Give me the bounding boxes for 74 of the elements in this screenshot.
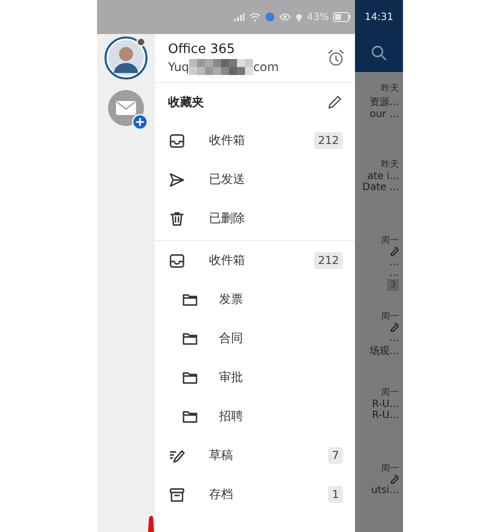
folder-label: 发票 <box>219 291 244 308</box>
folder-item[interactable]: 草稿 7 <box>155 436 355 475</box>
paperclip-icon <box>389 475 399 485</box>
plus-icon <box>132 114 148 130</box>
paperclip-icon <box>389 247 399 257</box>
email-end: com <box>253 60 279 74</box>
eye-icon <box>278 12 291 22</box>
unread-count: 7 <box>328 447 343 464</box>
folder-item[interactable]: 已删除 <box>155 199 355 238</box>
folder-item[interactable]: 审批 <box>155 358 355 397</box>
battery-percent: 43% <box>306 12 329 22</box>
message-date: 周一 <box>381 463 399 475</box>
folder-icon <box>182 408 198 424</box>
signal-icon <box>232 12 245 22</box>
alarm-clock-icon[interactable] <box>327 49 345 67</box>
message-preview: ... <box>389 268 399 279</box>
folder-label: 审批 <box>219 369 244 386</box>
pixelated-redaction <box>189 58 254 74</box>
mail-icon <box>116 101 136 115</box>
paperclip-icon <box>389 323 399 333</box>
message-preview: ... <box>389 257 399 268</box>
message-preview: ... <box>389 333 399 344</box>
pencil-lines-icon <box>169 448 185 464</box>
send-icon <box>169 172 185 188</box>
search-icon[interactable] <box>371 45 387 61</box>
location-icon <box>294 12 303 22</box>
folder-icon <box>182 292 198 308</box>
folder-icon <box>182 330 198 346</box>
folder-item[interactable]: 已发送 <box>155 160 355 199</box>
wifi-icon <box>248 12 261 22</box>
folder-label: 已删除 <box>209 210 246 227</box>
trash-icon <box>169 210 185 226</box>
folder-icon <box>182 370 198 386</box>
folder-label: 收件箱 <box>209 132 246 149</box>
folder-item[interactable]: 招聘 <box>155 397 355 436</box>
message-preview: 资源... <box>369 96 399 109</box>
message-preview: R-U... <box>372 399 399 410</box>
annotation-mark <box>147 514 155 532</box>
inbox-icon <box>169 132 185 148</box>
message-preview: 场观... <box>369 345 399 358</box>
clock-time: 14:31 <box>364 12 394 22</box>
message-date: 周一 <box>381 235 399 247</box>
folder-label: 招聘 <box>219 408 244 425</box>
message-date: 昨天 <box>381 158 399 171</box>
battery-icon <box>333 12 351 22</box>
account-avatar[interactable] <box>104 36 148 80</box>
account-name: Office 365 <box>168 42 236 56</box>
message-preview: R-U... <box>372 410 399 421</box>
unread-count: 1 <box>328 486 343 503</box>
folder-label: 已发送 <box>209 171 246 188</box>
app-notification-icon <box>264 12 275 22</box>
message-preview: our ... <box>370 109 399 120</box>
folder-item[interactable]: 收件箱 212 <box>155 241 355 280</box>
folder-item[interactable]: 合同 <box>155 319 355 358</box>
folder-item[interactable]: 存档 1 <box>155 475 355 514</box>
section-title: 收藏夹 <box>168 94 204 110</box>
message-preview: Date ... <box>362 182 399 193</box>
message-preview: utsi... <box>371 485 399 496</box>
inbox-icon <box>169 252 185 268</box>
folder-label: 存档 <box>209 486 234 503</box>
folder-label: 草稿 <box>209 447 234 464</box>
email-start: Yuq <box>168 60 190 74</box>
message-date: 周一 <box>381 311 399 323</box>
folder-label: 合同 <box>219 330 244 347</box>
message-date: 周一 <box>381 387 399 399</box>
folder-label: 收件箱 <box>209 252 246 269</box>
folder-item[interactable]: 发票 <box>155 280 355 319</box>
unread-count: 212 <box>314 252 343 269</box>
unread-count: 212 <box>314 132 343 149</box>
message-preview: ate i... <box>367 171 399 182</box>
archive-icon <box>169 486 185 502</box>
message-date: 昨天 <box>381 82 399 95</box>
folder-item[interactable]: 收件箱 212 <box>155 121 355 160</box>
edit-icon[interactable] <box>327 94 343 110</box>
